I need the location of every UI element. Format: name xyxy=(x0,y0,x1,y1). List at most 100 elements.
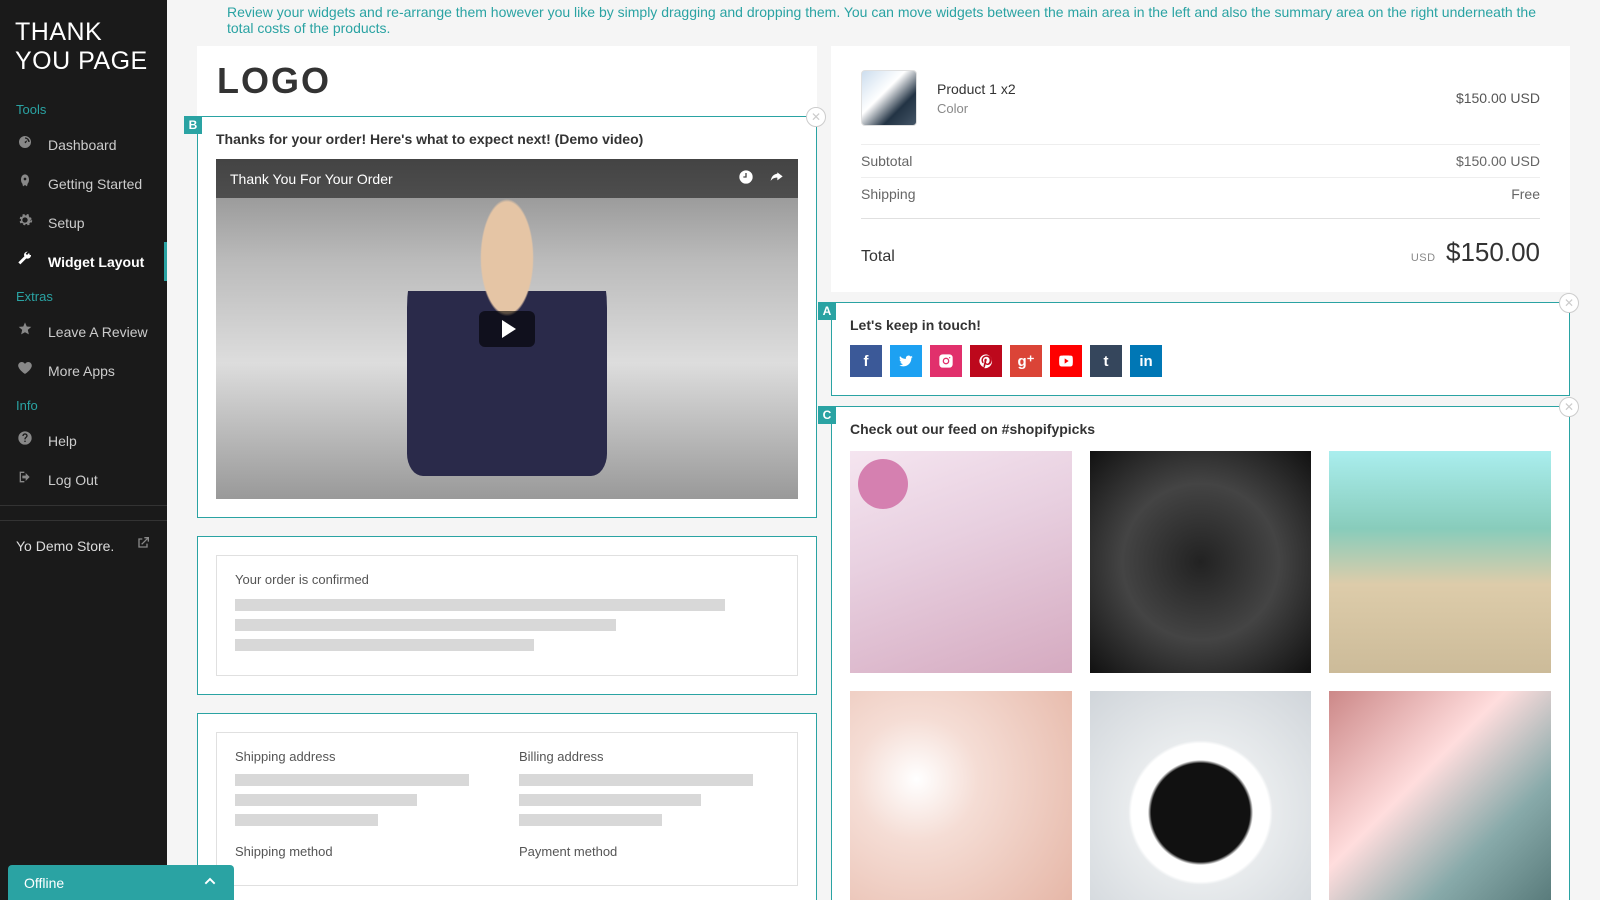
placeholder-line xyxy=(235,639,534,651)
widget-tag-b: B xyxy=(184,116,202,134)
sidebar-item-getting-started[interactable]: Getting Started xyxy=(0,164,167,203)
payment-method-label: Payment method xyxy=(519,844,779,859)
feed-image[interactable] xyxy=(1329,691,1551,900)
shipping-method-label: Shipping method xyxy=(235,844,495,859)
sidebar-item-leave-review[interactable]: Leave A Review xyxy=(0,312,167,351)
share-icon[interactable] xyxy=(768,169,784,188)
close-icon[interactable]: ✕ xyxy=(1559,293,1579,313)
total-label: Total xyxy=(861,248,895,266)
gear-icon xyxy=(16,212,34,233)
divider xyxy=(0,505,167,506)
section-extras: Extras xyxy=(0,281,167,312)
sidebar-label: More Apps xyxy=(48,363,115,379)
chevron-up-icon xyxy=(202,873,218,892)
placeholder-line xyxy=(235,814,378,826)
placeholder-line xyxy=(235,619,616,631)
question-icon xyxy=(16,430,34,451)
external-link-icon xyxy=(135,535,151,556)
sidebar-item-widget-layout[interactable]: Widget Layout xyxy=(0,242,167,281)
left-column: LOGO B ✕ Thanks for your order! Here's w… xyxy=(197,46,817,900)
product-price: $150.00 USD xyxy=(1456,90,1540,106)
order-confirmed-widget[interactable]: Your order is confirmed xyxy=(197,536,817,695)
video-player[interactable]: Thank You For Your Order xyxy=(216,159,798,499)
google-plus-icon[interactable]: g⁺ xyxy=(1010,345,1042,377)
sidebar-label: Dashboard xyxy=(48,137,117,153)
confirmed-title: Your order is confirmed xyxy=(235,572,779,587)
placeholder-line xyxy=(519,814,662,826)
instagram-icon[interactable] xyxy=(930,345,962,377)
feed-widget[interactable]: C ✕ Check out our feed on #shopifypicks xyxy=(831,406,1570,900)
social-widget-title: Let's keep in touch! xyxy=(850,317,1551,333)
workspace: LOGO B ✕ Thanks for your order! Here's w… xyxy=(167,46,1600,900)
page-logo: LOGO xyxy=(197,46,817,116)
facebook-icon[interactable]: f xyxy=(850,345,882,377)
placeholder-line xyxy=(235,599,725,611)
feed-image[interactable] xyxy=(1090,691,1312,900)
main-area: Review your widgets and re-arrange them … xyxy=(167,0,1600,900)
feed-image[interactable] xyxy=(850,451,1072,673)
help-text: Review your widgets and re-arrange them … xyxy=(167,0,1600,46)
sidebar-label: Getting Started xyxy=(48,176,142,192)
sidebar-label: Leave A Review xyxy=(48,324,148,340)
sidebar-label: Log Out xyxy=(48,472,98,488)
offline-label: Offline xyxy=(24,875,64,891)
linkedin-icon[interactable]: in xyxy=(1130,345,1162,377)
sidebar-label: Help xyxy=(48,433,77,449)
video-title-bar: Thank You For Your Order xyxy=(216,159,798,198)
close-icon[interactable]: ✕ xyxy=(1559,397,1579,417)
gauge-icon xyxy=(16,134,34,155)
placeholder-line xyxy=(519,774,753,786)
section-tools: Tools xyxy=(0,94,167,125)
addresses-widget[interactable]: Shipping address Shipping method Billing… xyxy=(197,713,817,900)
social-widget[interactable]: A ✕ Let's keep in touch! f g⁺ t in xyxy=(831,302,1570,396)
tumblr-icon[interactable]: t xyxy=(1090,345,1122,377)
right-column: Product 1 x2 Color $150.00 USD Subtotal … xyxy=(831,46,1570,900)
store-link[interactable]: Yo Demo Store. xyxy=(0,520,167,570)
shipping-line: Shipping Free xyxy=(861,177,1540,210)
sidebar-item-logout[interactable]: Log Out xyxy=(0,460,167,499)
total-value: $150.00 xyxy=(1446,237,1540,267)
watch-later-icon[interactable] xyxy=(738,169,754,188)
star-icon xyxy=(16,321,34,342)
placeholder-line xyxy=(235,794,417,806)
sidebar-item-setup[interactable]: Setup xyxy=(0,203,167,242)
billing-address-label: Billing address xyxy=(519,749,779,764)
sidebar-label: Widget Layout xyxy=(48,254,144,270)
pinterest-icon[interactable] xyxy=(970,345,1002,377)
shipping-address-label: Shipping address xyxy=(235,749,495,764)
sidebar-item-help[interactable]: Help xyxy=(0,421,167,460)
section-info: Info xyxy=(0,390,167,421)
feed-image[interactable] xyxy=(1090,451,1312,673)
heart-icon xyxy=(16,360,34,381)
placeholder-line xyxy=(519,794,701,806)
sidebar-label: Setup xyxy=(48,215,85,231)
feed-image[interactable] xyxy=(1329,451,1551,673)
video-widget[interactable]: B ✕ Thanks for your order! Here's what t… xyxy=(197,116,817,518)
sidebar: THANK YOU PAGE Tools Dashboard Getting S… xyxy=(0,0,167,900)
video-title: Thank You For Your Order xyxy=(230,171,393,187)
widget-tag-c: C xyxy=(818,406,836,424)
twitter-icon[interactable] xyxy=(890,345,922,377)
sidebar-item-dashboard[interactable]: Dashboard xyxy=(0,125,167,164)
play-button[interactable] xyxy=(479,311,535,347)
youtube-icon[interactable] xyxy=(1050,345,1082,377)
close-icon[interactable]: ✕ xyxy=(806,107,826,127)
subtotal-line: Subtotal $150.00 USD xyxy=(861,144,1540,177)
shipping-value: Free xyxy=(1511,186,1540,202)
product-name: Product 1 x2 xyxy=(937,81,1436,97)
feed-widget-title: Check out our feed on #shopifypicks xyxy=(850,421,1551,437)
subtotal-value: $150.00 USD xyxy=(1456,153,1540,169)
total-currency: USD xyxy=(1411,252,1436,264)
app-logo: THANK YOU PAGE xyxy=(0,0,167,94)
total-line: Total USD $150.00 xyxy=(861,218,1540,268)
logout-icon xyxy=(16,469,34,490)
rocket-icon xyxy=(16,173,34,194)
shipping-label: Shipping xyxy=(861,186,916,202)
widget-tag-a: A xyxy=(818,302,836,320)
product-row: Product 1 x2 Color $150.00 USD xyxy=(861,70,1540,126)
sidebar-item-more-apps[interactable]: More Apps xyxy=(0,351,167,390)
feed-image[interactable] xyxy=(850,691,1072,900)
video-widget-title: Thanks for your order! Here's what to ex… xyxy=(216,131,798,147)
placeholder-line xyxy=(235,774,469,786)
offline-status-bar[interactable]: Offline xyxy=(8,865,234,900)
